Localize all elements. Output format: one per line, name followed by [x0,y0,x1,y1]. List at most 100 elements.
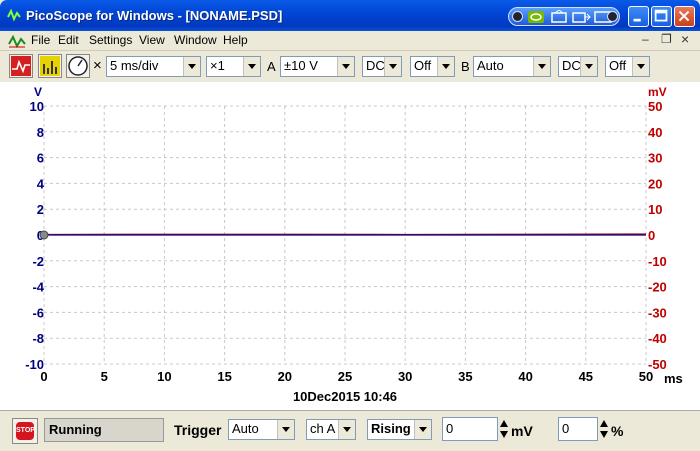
x-axis-tick-label: 15 [217,369,231,384]
toolbar: × 5 ms/div ×1 A ±10 V DC Off B Auto DC O… [0,51,700,82]
meter-icon [68,56,88,76]
channel-b-coupling-select[interactable]: DC [558,56,598,77]
chevron-down-icon [384,57,401,76]
right-axis-tick-label: 10 [648,202,662,217]
close-button[interactable] [674,6,695,27]
menu-help[interactable]: Help [223,33,248,47]
left-axis-tick-label: -8 [32,331,44,346]
spectrum-mode-button[interactable] [38,54,62,78]
right-axis-tick-label: -30 [648,305,667,320]
x-axis-tick-label: 45 [579,369,593,384]
window-title: PicoScope for Windows - [NONAME.PSD] [26,8,283,23]
scope-plot[interactable]: VmV1086420-2-4-6-8-1050403020100-10-20-3… [0,82,700,410]
chevron-down-icon [414,420,431,439]
chevron-down-icon [533,57,550,76]
mdi-close-button[interactable]: × [681,31,689,47]
left-axis-tick-label: 4 [37,176,45,191]
trigger-edge-value: Rising [371,421,411,436]
menu-view[interactable]: View [139,33,165,47]
x-axis-tick-label: 35 [458,369,472,384]
scope-view: VmV1086420-2-4-6-8-1050403020100-10-20-3… [0,82,700,410]
zoom-select[interactable]: ×1 [206,56,261,77]
scope-trace-icon [11,56,31,76]
mdi-restore-button[interactable]: ❐ [661,32,672,46]
x-axis-tick-label: 50 [639,369,653,384]
document-icon [8,34,26,49]
zero-level-marker[interactable] [39,230,49,240]
trigger-mode-value: Auto [232,421,259,436]
left-axis-tick-label: -6 [32,305,44,320]
right-axis-tick-label: -10 [648,254,667,269]
status-bar: STOP Running Trigger Auto ch A Rising 0 … [0,410,700,451]
channel-a-option-select[interactable]: Off [410,56,455,77]
trigger-channel-value: ch A [310,421,336,436]
maximize-icon [654,9,668,22]
x-axis-unit: ms [664,371,683,386]
channel-b-label: B [461,59,470,74]
trigger-delay-unit: % [611,423,624,439]
status-text: Running [44,418,164,442]
menu-window[interactable]: Window [174,33,217,47]
mdi-minimize-button[interactable]: – [642,32,649,46]
nvidia-icon[interactable] [526,10,546,24]
restore-up-icon[interactable] [549,10,569,24]
title-toolbar-tray [508,7,620,26]
left-axis-tick-label: 10 [30,99,44,114]
trigger-level-input[interactable]: 0 [442,417,498,441]
minimize-icon [633,18,641,22]
maximize-button[interactable] [651,6,672,27]
scope-mode-button[interactable] [9,54,33,78]
menu-settings[interactable]: Settings [89,33,132,47]
trigger-edge-select[interactable]: Rising [367,419,432,440]
spectrum-icon [40,56,60,76]
right-axis-tick-label: 0 [648,228,655,243]
channel-a-coupling-select[interactable]: DC [362,56,402,77]
x-axis-tick-label: 25 [338,369,352,384]
channel-b-option-select[interactable]: Off [605,56,650,77]
timebase-select[interactable]: 5 ms/div [106,56,201,77]
stop-button[interactable]: STOP [12,418,38,444]
tray-left-knob-icon [512,11,523,22]
x-axis-tick-label: 40 [518,369,532,384]
menu-edit[interactable]: Edit [58,33,79,47]
title-bar: PicoScope for Windows - [NONAME.PSD] [0,0,700,31]
trigger-mode-select[interactable]: Auto [228,419,295,440]
picoscope-app-icon [7,8,21,22]
channel-b-range-select[interactable]: Auto [473,56,551,77]
close-view-button[interactable]: × [93,57,102,74]
left-axis-tick-label: 2 [37,202,44,217]
left-axis-tick-label: 6 [37,151,44,166]
timebase-value: 5 ms/div [110,58,159,73]
chevron-down-icon [437,57,454,76]
left-axis-tick-label: -4 [32,280,44,295]
x-axis-tick-label: 5 [101,369,108,384]
meter-mode-button[interactable] [66,54,90,78]
trigger-channel-select[interactable]: ch A [306,419,356,440]
minimize-button[interactable] [628,6,649,27]
chevron-down-icon [243,57,260,76]
channel-a-label: A [267,59,276,74]
channel-a-range-select[interactable]: ±10 V [280,56,355,77]
trigger-level-unit: mV [511,423,533,439]
chevron-down-icon [277,420,294,439]
chevron-down-icon [183,57,200,76]
right-axis-tick-label: 40 [648,125,662,140]
trigger-level-stepper-icon[interactable] [499,417,509,441]
right-axis-tick-label: 20 [648,176,662,191]
channel-a-option-value: Off [414,58,432,73]
x-axis-tick-label: 30 [398,369,412,384]
left-axis-tick-label: 8 [37,125,44,140]
chevron-down-icon [632,57,649,76]
send-window-icon[interactable] [571,10,591,24]
tray-right-knob-icon [607,11,618,22]
menu-file[interactable]: File [31,33,50,47]
left-axis-tick-label: -2 [32,254,44,269]
channel-b-coupling-value: DC [562,58,581,73]
chevron-down-icon [337,57,354,76]
trigger-delay-stepper-icon[interactable] [599,417,609,441]
x-axis-tick-label: 0 [40,369,47,384]
channel-b-range-value: Auto [477,58,504,73]
channel-a-range-value: ±10 V [284,58,318,73]
trigger-delay-input[interactable]: 0 [558,417,598,441]
x-axis-tick-label: 10 [157,369,171,384]
